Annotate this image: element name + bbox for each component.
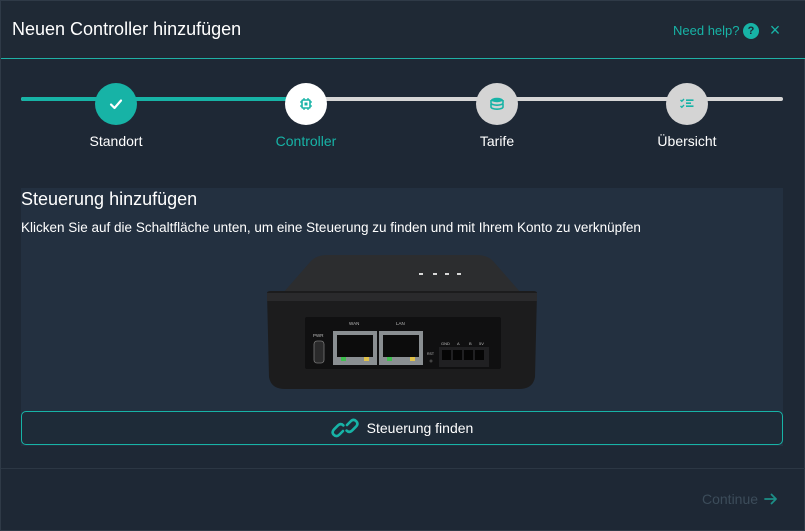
step-label-uebersicht: Übersicht — [657, 133, 717, 149]
stepper-progress — [21, 97, 307, 101]
wan-label: WAN — [349, 321, 359, 326]
footer-divider — [1, 468, 805, 469]
b-label: B — [469, 341, 472, 346]
chip-icon — [300, 98, 312, 110]
modal-header: Neuen Controller hinzufügen Need help? ?… — [1, 1, 805, 59]
link-icon — [330, 418, 359, 438]
panel-description: Klicken Sie auf die Schaltfläche unten, … — [21, 220, 641, 235]
checklist-icon — [680, 98, 694, 109]
continue-button[interactable]: Continue — [702, 491, 778, 507]
gnd-label: GND — [441, 341, 450, 346]
lan-label: LAN — [396, 321, 405, 326]
find-controller-label: Steuerung finden — [366, 420, 474, 436]
step-label-controller: Controller — [275, 133, 337, 149]
help-icon[interactable]: ? — [743, 23, 759, 39]
a-label: A — [457, 341, 460, 346]
step-label-standort: Standort — [89, 133, 143, 149]
step-controller[interactable] — [285, 83, 327, 125]
panel-title: Steuerung hinzufügen — [21, 189, 198, 209]
modal-title: Neuen Controller hinzufügen — [12, 19, 242, 39]
check-icon — [109, 99, 123, 110]
controller-device-image: PWR WAN LAN RST GND A B 5V — [267, 255, 537, 389]
continue-label: Continue — [702, 491, 759, 507]
step-label-tarife: Tarife — [479, 133, 515, 149]
step-tarife[interactable] — [476, 83, 518, 125]
close-icon[interactable]: × — [768, 20, 782, 40]
5v-label: 5V — [479, 341, 484, 346]
rst-label: RST — [427, 352, 435, 356]
arrow-right-icon — [764, 493, 777, 505]
find-controller-button[interactable]: Steuerung finden — [21, 411, 783, 445]
add-controller-modal: Neuen Controller hinzufügen Need help? ?… — [0, 0, 805, 531]
step-uebersicht[interactable] — [666, 83, 708, 125]
pwr-label: PWR — [313, 333, 324, 338]
need-help-link[interactable]: Need help? — [673, 23, 740, 38]
coins-icon — [490, 97, 504, 111]
step-standort[interactable] — [95, 83, 137, 125]
